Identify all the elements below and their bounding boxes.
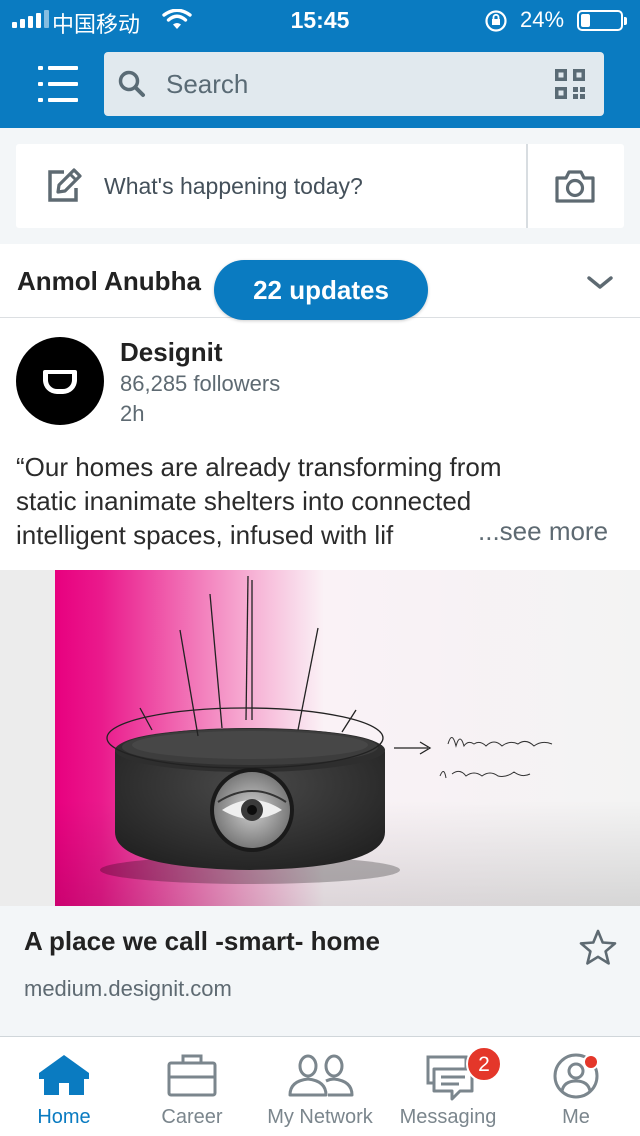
battery-percent: 24%: [520, 7, 565, 32]
post-author[interactable]: Designit 86,285 followers 2h: [16, 337, 624, 429]
follower-count: 86,285 followers: [120, 371, 281, 396]
share-prompt: What's happening today?: [104, 173, 363, 199]
post-text-line: “Our homes are already transforming from: [16, 452, 502, 482]
link-title[interactable]: A place we call -smart- home: [24, 926, 380, 957]
rotation-lock-icon: [484, 9, 508, 39]
tab-label: Messaging: [399, 1106, 497, 1128]
chevron-down-icon[interactable]: [586, 275, 614, 296]
tab-home[interactable]: Home: [0, 1037, 128, 1136]
author-name[interactable]: Designit: [120, 337, 223, 368]
link-domain: medium.designit.com: [24, 976, 232, 1001]
search-placeholder: Search: [166, 69, 249, 99]
post-age: 2h: [120, 401, 145, 426]
battery-fill: [581, 14, 590, 27]
home-icon: [0, 1051, 128, 1101]
qr-code-icon[interactable]: [555, 69, 585, 104]
status-bar: 中国移动 15:45 24%: [0, 0, 640, 42]
company-logo[interactable]: [16, 337, 104, 425]
post-image[interactable]: [0, 570, 640, 906]
share-divider: [526, 144, 528, 228]
battery-icon: [577, 10, 627, 31]
tab-me[interactable]: Me: [512, 1037, 640, 1136]
search-bar[interactable]: Search: [104, 52, 604, 116]
bottom-tab-bar: Home Career My Network Messaging Me: [0, 1036, 640, 1136]
search-icon: [116, 68, 148, 105]
share-box[interactable]: What's happening today?: [16, 144, 624, 228]
messaging-badge: 2: [466, 1046, 502, 1082]
see-more-link[interactable]: ...see more: [474, 516, 609, 547]
tab-career[interactable]: Career: [128, 1037, 256, 1136]
star-icon[interactable]: [578, 928, 618, 971]
menu-button[interactable]: [38, 64, 80, 104]
tab-label: Career: [161, 1106, 223, 1128]
compose-icon: [44, 166, 84, 211]
notification-name: Anmol Anubha: [17, 266, 201, 296]
post-text-line: static inanimate shelters into connected: [16, 486, 472, 516]
profile-icon: [512, 1051, 640, 1101]
briefcase-icon: [128, 1051, 256, 1101]
tab-label: Me: [562, 1106, 590, 1128]
notification-dot: [583, 1054, 599, 1070]
feed-card: Anmol Anubha 22 updates Designit 86,285 …: [0, 244, 640, 1026]
updates-pill[interactable]: 22 updates: [214, 260, 428, 320]
tab-label: My Network: [267, 1106, 373, 1128]
people-icon: [256, 1051, 384, 1101]
camera-icon[interactable]: [554, 168, 596, 209]
link-preview[interactable]: A place we call -smart- home medium.desi…: [0, 906, 640, 1026]
tab-my-network[interactable]: My Network: [256, 1037, 384, 1136]
top-bar: 中国移动 15:45 24% Search: [0, 0, 640, 128]
